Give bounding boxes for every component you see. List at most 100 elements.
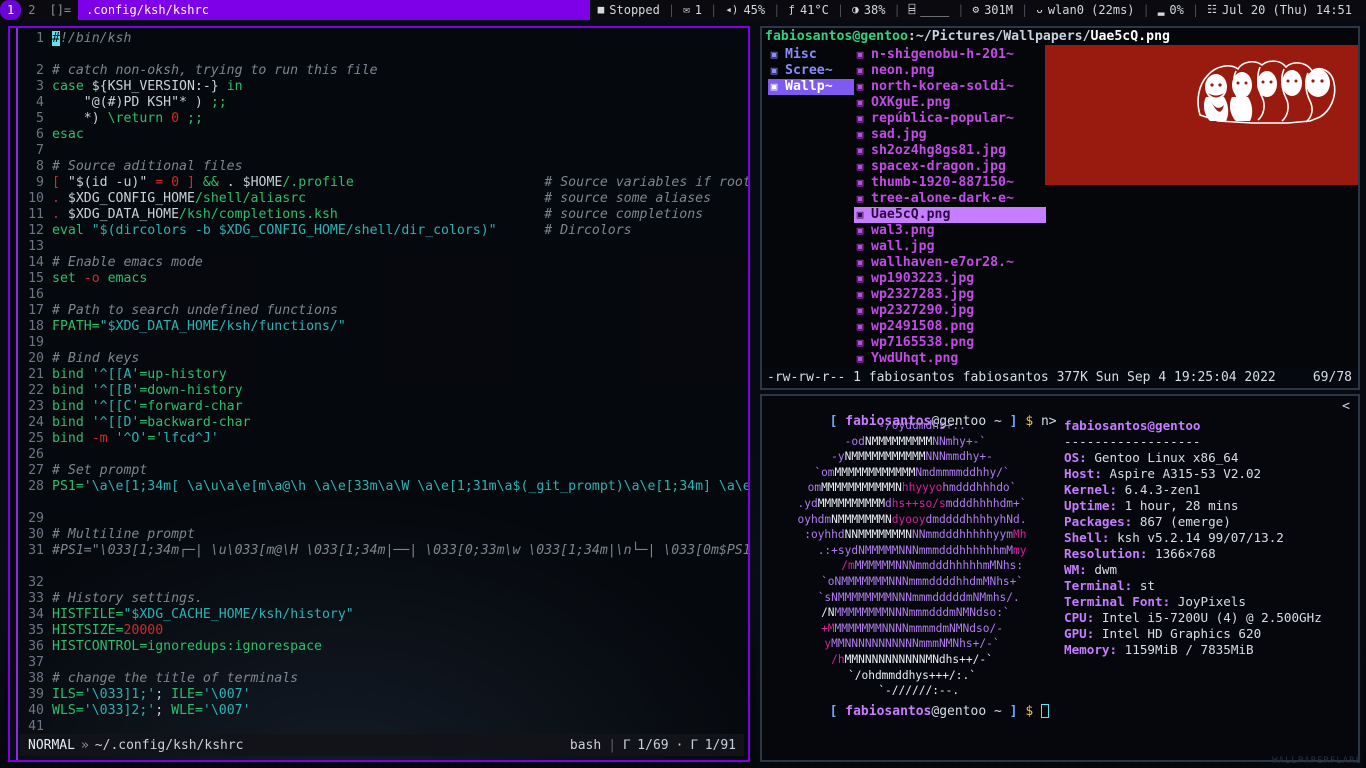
keyboard-icon: ⌸ (908, 3, 916, 16)
code-line[interactable]: 34 HISTFILE="$XDG_CACHE_HOME/ksh/history" (20, 607, 748, 623)
file-item[interactable]: ▣ tree-alone-dark-e~ (854, 191, 1046, 207)
code-line[interactable]: 16 (20, 287, 748, 303)
editor-code-area[interactable]: 1 #!/bin/ksh 2 # catch non-oksh, trying to … (20, 31, 748, 734)
workspace-tags[interactable]: 12 (0, 0, 42, 20)
file-item[interactable]: ▣ wp2327283.jpg (854, 287, 1046, 303)
code-line[interactable]: 15 set -o emacs (20, 271, 748, 287)
code-line[interactable]: 24 bind '^[[D'=backward-char (20, 415, 748, 431)
code-line[interactable]: 40 WLS='\033]2;'; WLE='\007' (20, 703, 748, 719)
code-line[interactable]: 10. $XDG_CONFIG_HOME/shell/aliasrc # sou… (20, 191, 748, 207)
code-line[interactable] (20, 47, 748, 63)
terminal-window[interactable]: [ fabiosantos@gentoo ~ ] $ n> < -/oyddmd… (760, 394, 1360, 762)
code-line[interactable]: 9[ "$(id -u)" = 0 ] && . $HOME/.profile … (20, 175, 748, 191)
code-line[interactable]: 1 #!/bin/ksh (20, 31, 748, 47)
ranger-window[interactable]: fabiosantos@gentoo:~/Pictures/Wallpapers… (760, 26, 1360, 390)
terminal-active-prompt[interactable]: [ fabiosantos@gentoo ~ ] $ (767, 689, 1049, 734)
code-line[interactable]: 31 #PS1="\033[1;34m┌─| \u\033[m@\H \033[1… (20, 543, 748, 575)
status-item-thermometer[interactable]: ƒ 41°C (780, 0, 837, 20)
ascii-segment: `/ohdmmddhys+++/:.` (848, 668, 976, 682)
status-item-mail[interactable]: ✉ 1 (675, 0, 710, 20)
code-line[interactable]: 26 (20, 447, 748, 463)
ascii-segment: MMMMMMMMNNNmmmdddmNMNdso:` (834, 606, 1010, 620)
file-item[interactable]: ▣ north-korea-soldi~ (854, 79, 1046, 95)
code-line[interactable]: 4 "@(#)PD KSH"* ) ;; (20, 95, 748, 111)
status-item-brightness[interactable]: ◑ 38% (844, 0, 893, 20)
code-line[interactable]: 29 (20, 511, 748, 527)
file-item[interactable]: ▣ wp2491508.png (854, 319, 1046, 335)
file-item[interactable]: ▣ sh2oz4hg8gs81.jpg (854, 143, 1046, 159)
directory-item[interactable]: ▣ Misc (768, 47, 854, 63)
code-line[interactable]: 30 # Multiline prompt (20, 527, 748, 543)
file-item[interactable]: ▣ wall.jpg (854, 239, 1046, 255)
file-item[interactable]: ▣ república-popular~ (854, 111, 1046, 127)
file-item[interactable]: ▣ Uae5cQ.png (854, 207, 1046, 223)
neofetch-entry: Uptime: 1 hour, 28 mins (1064, 498, 1358, 514)
ranger-file-column[interactable]: ▣ n-shigenobu-h-201~ ▣ neon.png ▣ north-korea… (854, 45, 1046, 366)
neofetch-key: CPU: (1064, 610, 1102, 625)
status-item-wifi[interactable]: ᴗ wlan0 (22ms) (1028, 0, 1142, 20)
code-line[interactable]: 32 (20, 575, 748, 591)
code-line[interactable]: 21 bind '^[[A'=up-history (20, 367, 748, 383)
file-item[interactable]: ▣ wal3.png (854, 223, 1046, 239)
neovim-window[interactable]: 1 #!/bin/ksh 2 # catch non-oksh, trying to … (8, 26, 750, 762)
file-item[interactable]: ▣ wp1903223.jpg (854, 271, 1046, 287)
file-item[interactable]: ▣ thumb-1920-887150~ (854, 175, 1046, 191)
workspace-tag-2[interactable]: 2 (21, 0, 42, 20)
code-line[interactable]: 5 *) \return 0 ;; (20, 111, 748, 127)
code-line[interactable]: 28 PS1='\a\e[1;34m[ \a\u\a\e[m\a@\h \a\e[… (20, 479, 748, 511)
code-line[interactable]: 12 eval "$(dircolors -b $XDG_CONFIG_HOME/… (20, 223, 748, 239)
code-line[interactable]: 25 bind -m '^O'='lfcd^J' (20, 431, 748, 447)
code-line[interactable]: 2 # catch non-oksh, trying to run this fi… (20, 63, 748, 79)
status-item-battery[interactable]: ▂ 0% (1150, 0, 1192, 20)
code-line[interactable]: 27 # Set prompt (20, 463, 748, 479)
status-item-memory[interactable]: ⚙ 301M (964, 0, 1021, 20)
neofetch-entry: GPU: Intel HD Graphics 620 (1064, 626, 1358, 642)
file-item[interactable]: ▣ sad.jpg (854, 127, 1046, 143)
file-item[interactable]: ▣ wp2327290.jpg (854, 303, 1046, 319)
neofetch-value: 6.4.3-zen1 (1124, 482, 1201, 497)
code-line[interactable]: 39 ILS='\033]1;'; ILE='\007' (20, 687, 748, 703)
file-item[interactable]: ▣ wallhaven-e7or28.~ (854, 255, 1046, 271)
ascii-segment: `o (800, 574, 835, 588)
status-item-stop-square[interactable]: ■ Stopped (590, 0, 668, 20)
code-line[interactable]: 41 (20, 719, 748, 735)
code-token: WLE= (171, 703, 203, 718)
code-line[interactable]: 37 (20, 655, 748, 671)
status-item-calendar[interactable]: ☷ Jul 20 (Thu) 14:51 (1199, 0, 1360, 20)
terminal-background[interactable]: [ fabiosantos@gentoo ~ ] $ n> < -/oyddmd… (762, 396, 1358, 760)
status-item-keyboard[interactable]: ⌸ ____ (901, 0, 958, 20)
code-line[interactable]: 6 esac (20, 127, 748, 143)
file-item[interactable]: ▣ wp7165538.png (854, 335, 1046, 351)
status-text: 0% (1169, 3, 1184, 17)
file-item[interactable]: ▣ YwdUhqt.png (854, 351, 1046, 367)
file-item[interactable]: ▣ OXKguE.png (854, 95, 1046, 111)
code-line[interactable]: 3 case ${KSH_VERSION:-} in (20, 79, 748, 95)
code-line[interactable]: 11. $XDG_DATA_HOME/ksh/completions.ksh #… (20, 207, 748, 223)
code-line[interactable]: 20 # Bind keys (20, 351, 748, 367)
code-line[interactable]: 23 bind '^[[C'=forward-char (20, 399, 748, 415)
code-line[interactable]: 38 # change the title of terminals (20, 671, 748, 687)
volume-icon: ◂) (725, 3, 739, 16)
neofetch-info: fabiosantos@gentoo ------------------ OS: … (1064, 418, 1358, 658)
code-line[interactable]: 17 # Path to search undefined functions (20, 303, 748, 319)
directory-item[interactable]: ▣ Wallp~ (768, 79, 854, 95)
file-item[interactable]: ▣ neon.png (854, 63, 1046, 79)
code-line[interactable]: 14 # Enable emacs mode (20, 255, 748, 271)
code-line[interactable]: 7 (20, 143, 748, 159)
code-line[interactable]: 8 # Source aditional files (20, 159, 748, 175)
code-line[interactable]: 18 FPATH="$XDG_DATA_HOME/ksh/functions/" (20, 319, 748, 335)
code-line[interactable]: 33 # History settings. (20, 591, 748, 607)
layout-indicator[interactable]: []= (42, 0, 78, 20)
status-item-volume[interactable]: ◂) 45% (717, 0, 773, 20)
file-item[interactable]: ▣ n-shigenobu-h-201~ (854, 47, 1046, 63)
code-line[interactable]: 19 (20, 335, 748, 351)
directory-item[interactable]: ▣ Scree~ (768, 63, 854, 79)
code-token: ILE= (171, 687, 203, 702)
code-line[interactable]: 22 bind '^[[B'=down-history (20, 383, 748, 399)
code-line[interactable]: 36 HISTCONTROL=ignoredups:ignorespace (20, 639, 748, 655)
ranger-parent-column[interactable]: ▣ Misc ▣ Scree~ ▣ Wallp~ (762, 45, 854, 366)
code-line[interactable]: 35 HISTSIZE=20000 (20, 623, 748, 639)
workspace-tag-1[interactable]: 1 (0, 0, 22, 20)
file-item[interactable]: ▣ spacex-dragon.jpg (854, 159, 1046, 175)
code-line[interactable]: 13 (20, 239, 748, 255)
